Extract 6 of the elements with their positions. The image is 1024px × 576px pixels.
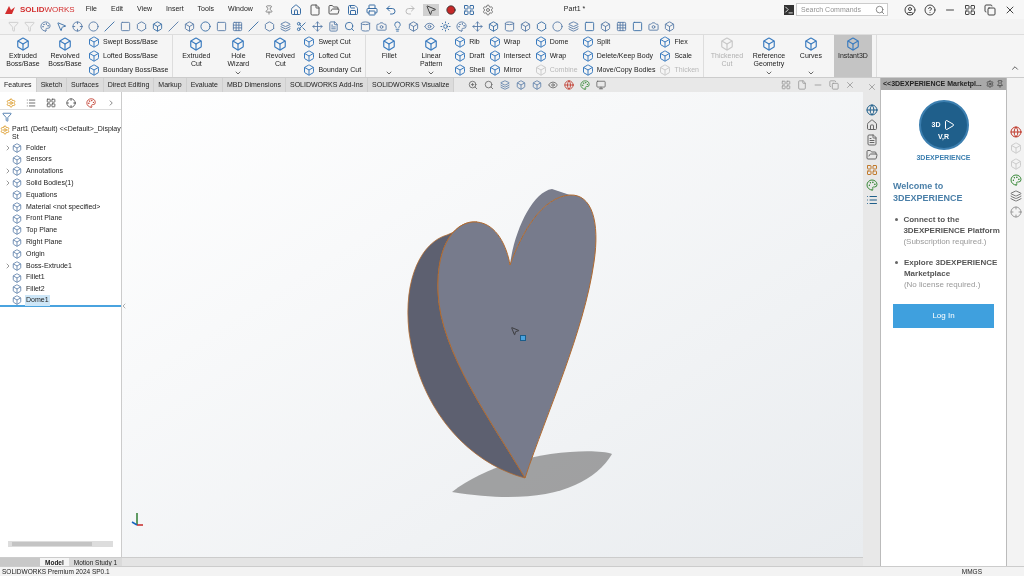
bullet-title: Explore 3DEXPERIENCE Marketplace (903, 256, 999, 279)
app-logo: SOLIDWORKS (20, 3, 75, 16)
welcome-heading: Welcome to 3DEXPERIENCE (892, 179, 964, 204)
bullet-title: Connect to the 3DEXPERIENCE Platform (903, 213, 1001, 236)
bullet-note: (No license required.) (903, 278, 982, 290)
bullet-note: (Subscription required.) (903, 235, 988, 247)
